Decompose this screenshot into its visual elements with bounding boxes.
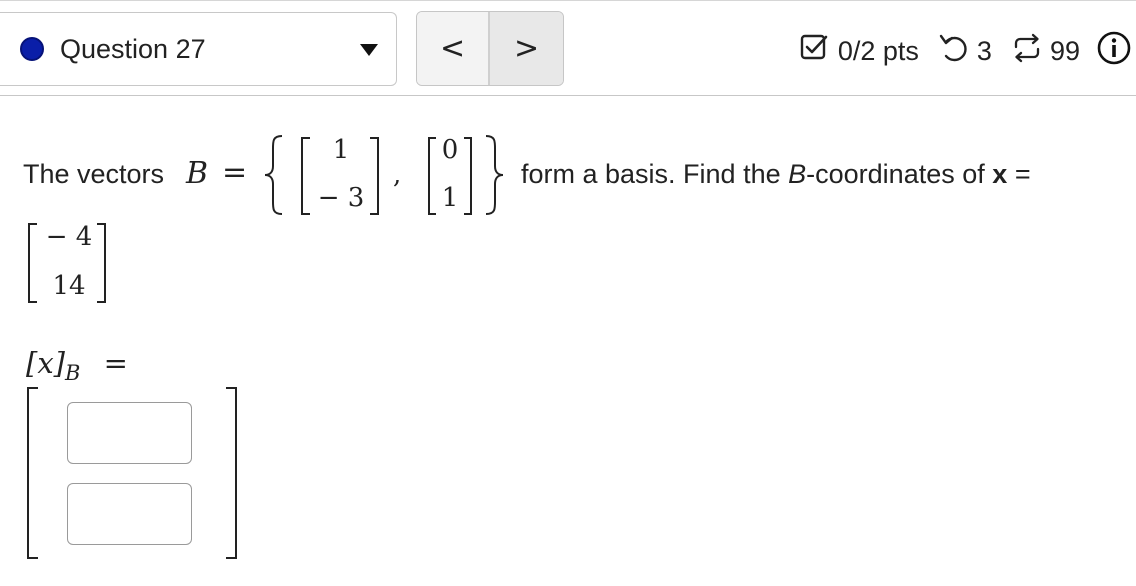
text-coordinates: -coordinates of [806,159,985,189]
question-selector-dropdown[interactable]: Question 27 [0,12,397,86]
vector-2-entry-1: 0 [441,135,459,165]
checkbox-icon [798,31,832,72]
undo-arrow-icon [937,31,971,72]
vector-separator: , [393,160,402,190]
vector-1-entry-1: 1 [332,135,350,165]
bold-x: x [992,159,1008,189]
next-question-button[interactable]: > [490,12,563,85]
filled-circle-icon [20,37,44,61]
score-status-bar: 0/2 pts 3 99 [798,31,1132,71]
equals-sign-2: = [1014,159,1031,189]
answer-label-x: [x] [26,346,65,380]
question-intro-text: The vectors [23,159,165,189]
italic-b: B [788,159,807,189]
info-icon[interactable] [1096,30,1132,73]
answer-input-2[interactable] [67,483,192,545]
right-brace [485,135,504,215]
submissions-count: 99 [1049,35,1080,66]
symbol-b: B [186,156,209,191]
question-navigation: < > [416,11,564,86]
question-text-after: form a basis. Find the B-coordinates of … [521,159,1031,190]
answer-input-1[interactable] [67,402,192,464]
text-form-a-basis: form a basis. Find the [521,159,781,189]
retry-cycle-icon [1010,31,1044,72]
equals-sign: = [222,155,248,190]
answer-label-subscript: B [64,360,81,385]
x-vector-entry-2: 14 [52,271,86,301]
left-brace [264,135,283,215]
vector-2-entry-2: 1 [441,183,459,213]
x-vector-entry-1: − 4 [45,222,93,252]
question-label: Question 27 [60,34,206,64]
score-text: 0/2 pts [837,35,919,66]
answer-label-equals: = [103,346,128,380]
previous-question-button[interactable]: < [417,12,491,85]
question-header: Question 27 < > 0/2 pts 3 99 [0,0,1136,96]
vector-1-entry-2: − 3 [317,183,365,213]
answer-label: [x]B = [26,346,128,385]
caret-down-icon[interactable] [360,44,378,56]
attempts-count: 3 [976,35,992,66]
